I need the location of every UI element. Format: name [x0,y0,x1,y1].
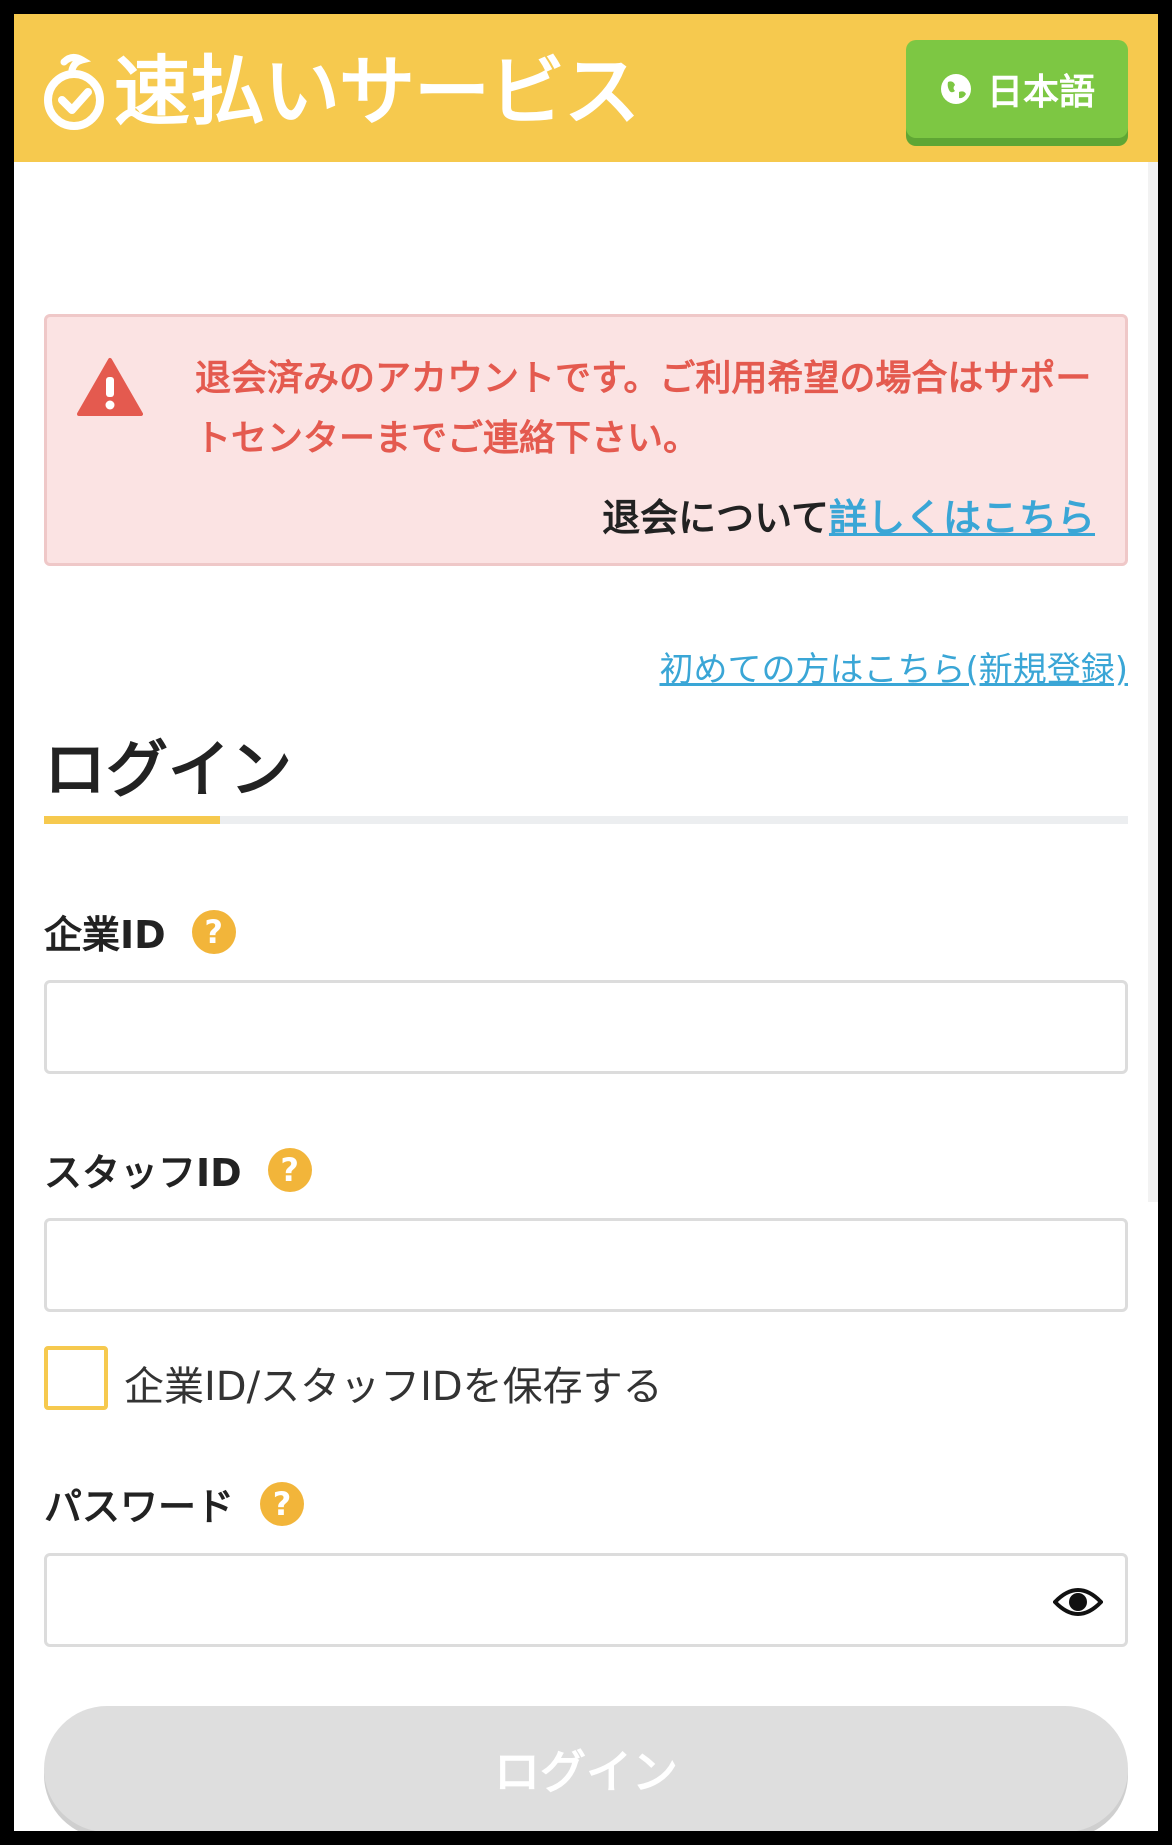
globe-icon [940,74,971,104]
company-id-label: 企業ID ? [44,904,236,959]
warning-icon [77,358,143,416]
alert-more-info: 退会について詳しくはこちら [602,487,1095,542]
password-label: パスワード ? [44,1476,305,1531]
eye-icon[interactable] [1053,1584,1103,1620]
alert-details-link[interactable]: 詳しくはこちら [829,496,1095,540]
question-circle-icon[interactable]: ? [191,909,236,954]
page-title: ログイン [44,733,293,806]
logo-text: 速払いサービス [114,47,640,136]
phone-screen: 速払いサービス 日本語 退会済みのアカウントです。ご利用希望の場合はサポートセン… [0,0,1172,1845]
language-button[interactable]: 日本語 [906,40,1128,138]
staff-id-label: スタッフID ? [44,1142,312,1197]
language-label: 日本語 [986,72,1095,113]
title-divider [44,816,1128,824]
question-circle-icon[interactable]: ? [267,1147,312,1192]
staff-id-input[interactable] [44,1218,1128,1312]
login-button[interactable]: ログイン [44,1706,1128,1831]
app-header: 速払いサービス 日本語 [14,14,1158,162]
company-id-input[interactable] [44,980,1128,1074]
company-id-label-text: 企業ID [44,913,166,957]
password-input[interactable] [44,1553,1128,1647]
question-circle-icon[interactable]: ? [260,1481,305,1526]
logo-icon [44,53,104,130]
save-ids-label[interactable]: 企業ID/スタッフIDを保存する [124,1354,663,1412]
signup-link[interactable]: 初めての方はこちら(新規登録) [659,642,1128,691]
staff-id-label-text: スタッフID [44,1151,242,1195]
alert-message: 退会済みのアカウントです。ご利用希望の場合はサポートセンターまでご連絡下さい。 [195,358,1092,459]
alert-more-prefix: 退会について [602,496,829,540]
scrollbar[interactable] [1148,162,1158,1202]
save-ids-checkbox[interactable] [44,1346,108,1410]
title-divider-accent [44,816,220,824]
withdrawn-account-alert: 退会済みのアカウントです。ご利用希望の場合はサポートセンターまでご連絡下さい。 … [44,314,1128,566]
password-label-text: パスワード [44,1485,235,1529]
